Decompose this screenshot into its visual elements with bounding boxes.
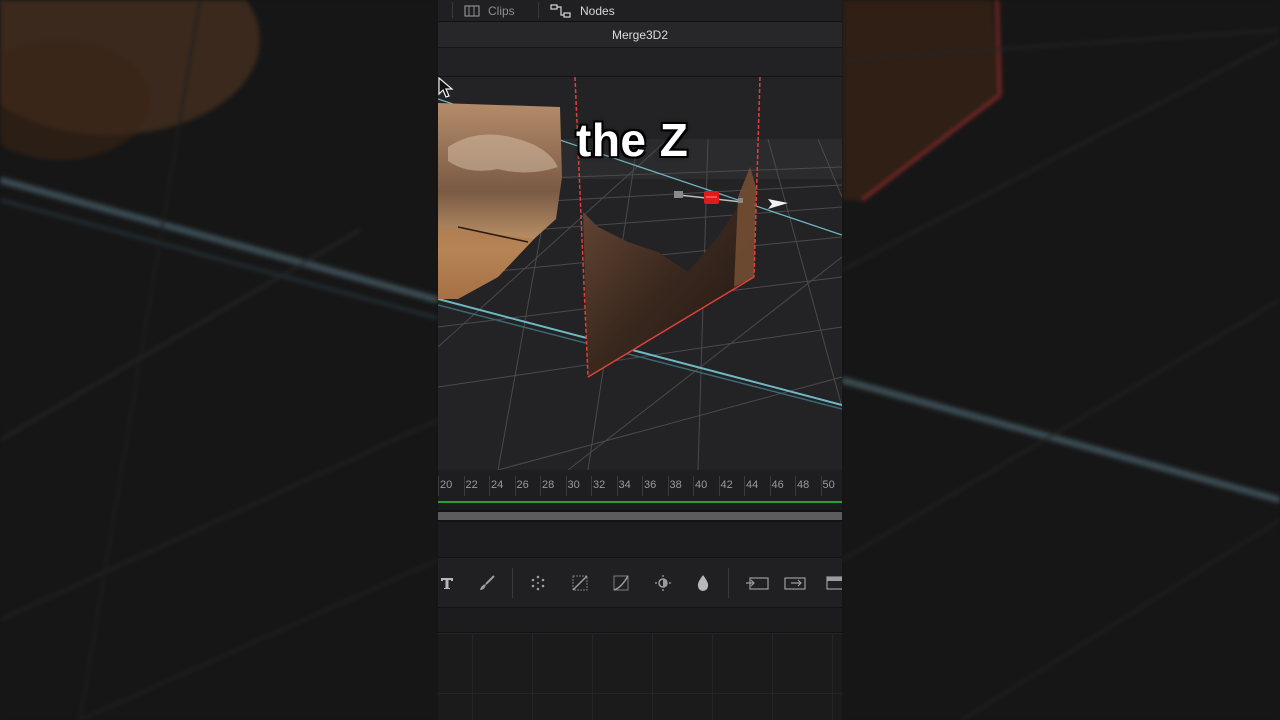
curves-tool-button[interactable] — [610, 572, 632, 594]
tab-nodes-label: Nodes — [580, 4, 615, 18]
timeline-tick-mark — [820, 476, 822, 496]
merge-icon — [784, 577, 806, 590]
fusion-app-panel: Clips Nodes Merge3D2 the Z 20 22 24 26 2… — [438, 0, 842, 720]
timeline-tick-mark — [616, 476, 618, 496]
timeline-tick-label: 28 — [542, 479, 555, 491]
timeline-tick-mark — [795, 476, 796, 496]
timeline-tick-mark — [667, 476, 669, 496]
timeline-tick-mark — [565, 476, 567, 496]
node-graph-icon — [550, 4, 571, 18]
merge-tool-button[interactable] — [782, 572, 810, 594]
tab-clips-label: Clips — [488, 4, 515, 18]
toolstrip-separator — [512, 568, 513, 598]
timeline-tick-label: 42 — [720, 479, 733, 491]
timeline-tick-label: 30 — [567, 479, 580, 491]
timeline-tick-label: 22 — [465, 479, 478, 491]
blurred-background-left — [0, 0, 438, 720]
node-editor-header — [438, 608, 842, 633]
timeline-tick-mark — [591, 476, 592, 496]
timeline-tick-label: 24 — [491, 479, 504, 491]
timeline-range-line — [438, 501, 842, 503]
timeline-tick-mark — [438, 476, 439, 496]
timeline-tick-label: 40 — [695, 479, 708, 491]
viewer-toolbar — [438, 48, 842, 77]
control-strip — [438, 522, 842, 558]
timeline-tick-label: 20 — [440, 479, 453, 491]
color-curves-tool-button[interactable] — [569, 572, 591, 594]
viewer-title: Merge3D2 — [611, 27, 669, 42]
timeline-tick-mark — [489, 476, 490, 496]
timeline-tick-mark — [693, 476, 694, 496]
timeline-tick-mark — [463, 476, 465, 496]
timeline-tick-label: 44 — [746, 479, 759, 491]
timeline-tick-label: 46 — [771, 479, 784, 491]
paint-tool-button[interactable] — [476, 572, 498, 594]
curves-icon — [613, 575, 629, 591]
timeline-tick-mark — [718, 476, 720, 496]
saver-tool-button[interactable] — [824, 572, 842, 594]
3d-viewport[interactable]: the Z — [438, 77, 842, 470]
paint-brush-icon — [480, 575, 495, 590]
particles-tool-button[interactable] — [527, 572, 549, 594]
mouse-cursor-icon — [438, 77, 454, 98]
timeline-tick-mark — [540, 476, 541, 496]
brightness-tool-button[interactable] — [652, 572, 674, 594]
tool-strip — [438, 558, 842, 608]
timeline-tick-mark — [514, 476, 516, 496]
filmstrip-icon — [464, 5, 480, 17]
timeline-tick-mark — [744, 476, 745, 496]
toolstrip-separator — [728, 568, 729, 598]
timeline-tick-mark — [769, 476, 771, 496]
scrollbar-thumb[interactable] — [438, 512, 842, 520]
timeline-scrollbar[interactable] — [438, 510, 842, 522]
text-tool-button[interactable] — [438, 572, 458, 594]
text-icon — [441, 578, 453, 589]
tab-separator — [452, 2, 453, 18]
tab-separator — [538, 2, 539, 18]
tab-nodes[interactable]: Nodes — [550, 0, 615, 22]
color-tool-button[interactable] — [692, 572, 714, 594]
brightness-icon — [655, 575, 671, 591]
blurred-background-right — [842, 0, 1280, 720]
node-editor-canvas[interactable] — [438, 633, 842, 720]
droplet-icon — [697, 575, 709, 591]
tab-clips[interactable]: Clips — [464, 0, 515, 22]
color-curves-icon — [572, 575, 588, 591]
timeline-tick-label: 36 — [644, 479, 657, 491]
loader-tool-button[interactable] — [743, 572, 771, 594]
saver-icon — [826, 576, 842, 590]
top-tab-bar: Clips Nodes — [438, 0, 842, 22]
timeline-tick-label: 32 — [593, 479, 606, 491]
timeline-tick-label: 50 — [822, 479, 835, 491]
timeline-tick-label: 38 — [669, 479, 682, 491]
timeline-ruler[interactable]: 20 22 24 26 28 30 32 34 36 38 40 42 44 46 48 50 — [438, 470, 842, 504]
timeline-tick-mark — [642, 476, 643, 496]
timeline-tick-label: 48 — [797, 479, 810, 491]
particles-icon — [531, 575, 545, 591]
loader-icon — [746, 577, 769, 590]
overlay-caption: the Z — [576, 114, 689, 166]
viewer-title-bar: Merge3D2 — [438, 22, 842, 48]
timeline-tick-label: 34 — [618, 479, 631, 491]
timeline-tick-label: 26 — [516, 479, 529, 491]
